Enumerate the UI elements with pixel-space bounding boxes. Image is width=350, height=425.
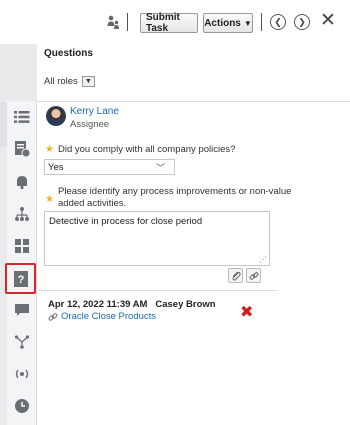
avatar — [46, 106, 66, 126]
chevron-down-icon: ﹀ — [155, 163, 165, 173]
list-icon[interactable] — [10, 105, 34, 129]
delete-icon[interactable]: ✖ — [240, 302, 253, 322]
link-icon — [48, 312, 58, 321]
answer-select-value: Yes — [48, 161, 64, 173]
history-link[interactable]: Oracle Close Products — [48, 311, 156, 322]
svg-text:?: ? — [17, 274, 24, 286]
history-entry-header: Apr 12, 2022 11:39 AM Casey Brown — [48, 299, 216, 310]
history-entry-user: Casey Brown — [155, 299, 216, 310]
divider — [38, 290, 278, 291]
document-info-icon[interactable] — [10, 137, 34, 161]
question-text: Please identify any process improvements… — [58, 186, 292, 209]
actions-label: Actions — [204, 17, 241, 29]
roles-filter-label: All roles — [44, 76, 78, 87]
workflow-icon[interactable] — [10, 330, 34, 354]
required-star-icon: ★ — [45, 194, 54, 205]
answer-textarea-value: Detective in process for close period — [49, 216, 203, 227]
resize-grip-icon[interactable]: ⋰ — [259, 255, 267, 264]
grid-split-icon[interactable] — [10, 234, 34, 258]
side-icon-rail: ? — [5, 101, 37, 425]
bell-icon[interactable] — [10, 170, 34, 194]
divider — [38, 101, 350, 102]
answer-textarea[interactable]: Detective in process for close period ⋰ — [44, 211, 270, 266]
previous-icon[interactable]: ❮ — [270, 14, 286, 30]
panel-title: Questions — [44, 48, 93, 59]
history-entry-date: Apr 12, 2022 11:39 AM — [48, 299, 148, 310]
broadcast-icon[interactable] — [10, 362, 34, 386]
assignee-role: Assignee — [70, 119, 110, 130]
actions-button[interactable]: Actions ▼ — [203, 13, 253, 33]
comment-icon[interactable] — [10, 298, 34, 322]
close-icon[interactable]: ✕ — [320, 11, 336, 30]
question-icon[interactable]: ? — [5, 263, 36, 294]
toolbar: Submit Task Actions ▼ ❮ ❯ ✕ — [0, 0, 350, 44]
submit-task-button[interactable]: Submit Task — [140, 12, 198, 34]
assignee-name-link[interactable]: Kerry Lane — [70, 106, 119, 117]
questions-panel: Questions All roles ▼ Kerry Lane Assigne… — [38, 44, 350, 425]
clock-icon[interactable] — [10, 394, 34, 418]
required-star-icon: ★ — [45, 144, 54, 155]
answer-select[interactable]: Yes ﹀ — [44, 159, 175, 175]
attach-icon[interactable] — [228, 268, 243, 283]
chevron-down-icon[interactable]: ▼ — [81, 76, 95, 87]
user-group-icon[interactable] — [105, 14, 121, 30]
toolbar-divider — [127, 13, 128, 31]
hierarchy-icon[interactable] — [10, 202, 34, 226]
roles-filter[interactable]: All roles ▼ — [44, 76, 95, 87]
toolbar-divider — [261, 13, 262, 31]
caret-down-icon: ▼ — [243, 18, 252, 28]
history-link-text: Oracle Close Products — [61, 311, 157, 322]
link-icon[interactable] — [246, 268, 261, 283]
submit-task-label: Submit Task — [146, 12, 180, 34]
question-text: Did you comply with all company policies… — [58, 144, 236, 155]
next-icon[interactable]: ❯ — [294, 14, 310, 30]
